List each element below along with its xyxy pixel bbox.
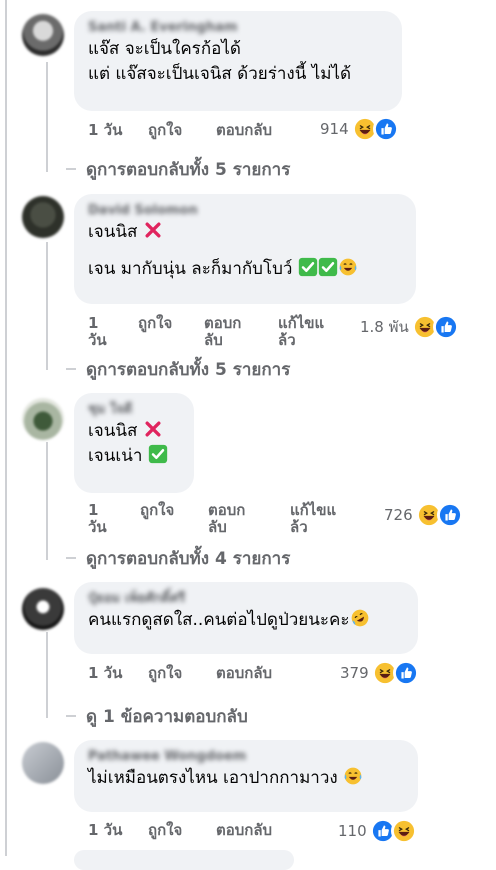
comment-text: ไม่เหมือนตรงไหน เอาปากกามาวง	[88, 766, 404, 791]
check-mark-icon	[298, 257, 318, 277]
comment-text: แจ๊ส จะเป็นใครก้อได้	[88, 39, 241, 59]
like-button[interactable]: ถูกใจ	[148, 822, 182, 839]
comment-author[interactable]: ชุม ใจดี	[88, 401, 180, 419]
view-replies-link[interactable]: ดูการตอบกลับทั้ง 5 รายการ	[66, 356, 290, 383]
reply-button[interactable]: ตอบกลับ	[216, 665, 272, 682]
view-replies-link[interactable]: ดูการตอบกลับทั้ง 4 รายการ	[66, 545, 290, 572]
reaction-summary[interactable]: 914	[320, 116, 399, 142]
avatar[interactable]	[22, 398, 64, 440]
reaction-summary[interactable]: 110	[338, 818, 417, 844]
reply-button[interactable]: ตอบกลับ	[204, 315, 246, 349]
view-replies-label: ดูการตอบกลับทั้ง 4 รายการ	[86, 549, 291, 569]
comment-time[interactable]: 1 วัน	[88, 502, 112, 536]
like-icon	[432, 314, 459, 340]
comment-text-segment: ไม่เหมือนตรงไหน เอาปากกามาวง	[88, 768, 338, 788]
comment-text-segment: คนแรกดูสดใส..คนต่อไปดูป่วยนะคะ	[88, 610, 350, 630]
comment-text: เจนนิส	[88, 419, 180, 444]
view-replies-label: ดูการตอบกลับทั้ง 5 รายการ	[86, 160, 291, 180]
comment-text-segment: เจนนิส	[88, 222, 138, 242]
comment-bubble: Pathawee Wongdoem ไม่เหมือนตรงไหน เอาปาก…	[74, 740, 418, 812]
thread-dash	[66, 168, 76, 170]
comment-text: เจน มากับนุ่น ละก็มากับโบว์	[88, 257, 402, 282]
like-icon	[392, 660, 419, 686]
reaction-count: 1.8 พัน	[360, 318, 409, 336]
like-button[interactable]: ถูกใจ	[138, 315, 172, 332]
reaction-count: 726	[384, 506, 413, 524]
thread-line	[46, 632, 48, 718]
reply-button[interactable]: ตอบกลับ	[216, 822, 272, 839]
comment-bubble: ชุม ใจดี เจนนิส เจนเน่า	[74, 393, 194, 493]
like-icon	[372, 116, 399, 142]
like-button[interactable]: ถูกใจ	[148, 122, 182, 139]
comment-time[interactable]: 1 วัน	[88, 822, 122, 839]
thread-dash	[66, 368, 76, 370]
reaction-summary[interactable]: 726	[384, 502, 463, 528]
comment-time[interactable]: 1 วัน	[88, 315, 112, 349]
avatar[interactable]	[22, 196, 64, 238]
reaction-count: 379	[340, 664, 369, 682]
comment-bubble: Santi A. Everingham แจ๊ส จะเป็นใครก้อได้…	[74, 11, 402, 111]
avatar[interactable]	[22, 14, 64, 56]
comment-bubble: David Solomon เจนนิส เจน มากับนุ่น ละก็ม…	[74, 194, 416, 304]
comment-author[interactable]: David Solomon	[88, 202, 402, 220]
reaction-summary[interactable]: 1.8 พัน	[360, 314, 459, 340]
reply-button[interactable]: ตอบกลับ	[208, 502, 250, 536]
cross-mark-icon	[143, 419, 163, 439]
comment-bubble: ปุ๋ยอม เพ็ยศักดิ์ศรี คนแรกดูสดใส..คนต่อไ…	[74, 582, 418, 654]
check-mark-icon	[148, 444, 168, 464]
comment-text-segment: เจนนิส	[88, 421, 138, 441]
thread-line	[46, 442, 48, 560]
comment-bubble-partial	[74, 850, 294, 870]
view-replies-link[interactable]: ดู 1 ข้อความตอบกลับ	[66, 703, 248, 730]
check-mark-icon	[318, 257, 338, 277]
comment-text: คนแรกดูสดใส..คนต่อไปดูป่วยนะคะ	[88, 608, 404, 633]
like-button[interactable]: ถูกใจ	[140, 502, 174, 519]
comment-text: เจนนิส	[88, 220, 402, 245]
avatar[interactable]	[22, 742, 64, 784]
comment-time[interactable]: 1 วัน	[88, 122, 122, 139]
comment-text-segment: เจน มากับนุ่น ละก็มากับโบว์	[88, 259, 293, 279]
comment-author[interactable]: Santi A. Everingham	[88, 19, 388, 37]
thread-dash	[66, 557, 76, 559]
comment-text: เจนเน่า	[88, 444, 180, 469]
comment-author[interactable]: ปุ๋ยอม เพ็ยศักดิ์ศรี	[88, 590, 404, 608]
rofl-icon	[350, 608, 370, 628]
thread-line	[46, 242, 48, 370]
like-icon	[436, 502, 463, 528]
edited-label[interactable]: แก้ไขแล้ว	[278, 315, 326, 349]
edited-label[interactable]: แก้ไขแล้ว	[290, 502, 338, 536]
comment-text-segment: เจนเน่า	[88, 446, 143, 466]
laugh-icon	[390, 818, 417, 844]
reaction-count: 110	[338, 822, 367, 840]
like-button[interactable]: ถูกใจ	[148, 665, 182, 682]
comment-time[interactable]: 1 วัน	[88, 665, 122, 682]
laugh-tears-icon	[343, 766, 363, 786]
cross-mark-icon	[143, 220, 163, 240]
avatar[interactable]	[22, 588, 64, 630]
reaction-summary[interactable]: 379	[340, 660, 419, 686]
reply-button[interactable]: ตอบกลับ	[216, 122, 272, 139]
thread-line	[46, 62, 48, 172]
view-replies-link[interactable]: ดูการตอบกลับทั้ง 5 รายการ	[66, 156, 290, 183]
thread-dash	[66, 715, 76, 717]
comment-author[interactable]: Pathawee Wongdoem	[88, 748, 404, 766]
view-replies-label: ดู 1 ข้อความตอบกลับ	[86, 707, 248, 727]
thread-line	[5, 0, 7, 856]
reaction-count: 914	[320, 120, 349, 138]
laugh-tears-icon	[338, 257, 358, 277]
comment-text: แต่ แจ๊สจะเป็นเจนิส ด้วยร่างนี้ ไม่ได้	[88, 64, 352, 84]
view-replies-label: ดูการตอบกลับทั้ง 5 รายการ	[86, 360, 291, 380]
